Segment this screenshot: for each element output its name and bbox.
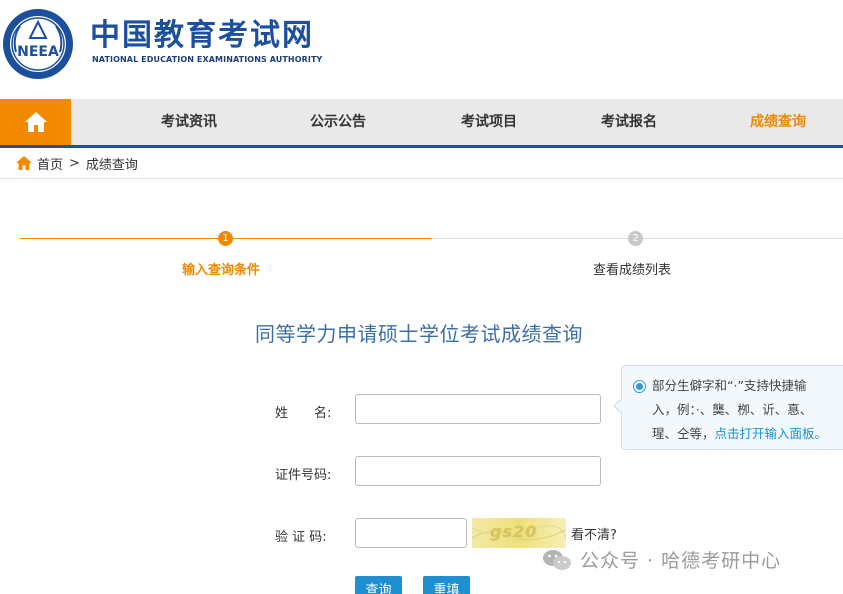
wechat-icon — [543, 549, 571, 570]
neea-logo[interactable]: NEEA — [2, 8, 74, 80]
nav-home-button[interactable] — [0, 99, 71, 145]
nav-item-score-query[interactable]: 成绩查询 — [750, 99, 806, 145]
hint-radio-icon — [633, 380, 646, 393]
tooltip-arrow-fill — [615, 399, 623, 413]
home-icon — [16, 156, 32, 170]
open-input-panel-link[interactable]: 点击打开输入面板。 — [715, 426, 828, 441]
step-1-indicator: 1 — [218, 231, 233, 246]
hint-line-1: 部分生僻字和“·”支持快捷输 — [652, 378, 807, 393]
home-icon — [24, 112, 47, 132]
step-2-label: 查看成绩列表 — [593, 263, 672, 278]
breadcrumb-home-link[interactable]: 首页 — [37, 154, 63, 173]
nav-item-exam-registration[interactable]: 考试报名 — [601, 99, 657, 145]
step-2-indicator: 2 — [628, 231, 643, 246]
site-title: 中国教育考试网 — [90, 18, 314, 53]
watermark: 公众号 · 哈德考研中心 — [542, 546, 781, 573]
hint-line-2: 入，例：·、龑、栁、䜣、惪、 — [652, 402, 813, 417]
captcha-text: gs20 — [490, 522, 538, 541]
site-header: NEEA 中国教育考试网 NATIONAL EDUCATION EXAMINAT… — [0, 0, 843, 98]
breadcrumb-divider — [0, 178, 843, 179]
id-number-input[interactable] — [355, 456, 601, 486]
nav-divider — [0, 145, 843, 148]
nav-item-exam-news[interactable]: 考试资讯 — [161, 99, 217, 145]
captcha-label: 验 证 码: — [275, 530, 327, 545]
step-1-label: 输入查询条件 — [182, 263, 261, 278]
captcha-image[interactable]: gs20 — [472, 518, 566, 548]
submit-button[interactable]: 查询 — [355, 576, 402, 594]
captcha-refresh-link[interactable]: 看不清? — [571, 524, 617, 543]
reset-button[interactable]: 重填 — [423, 576, 470, 594]
breadcrumb-separator: > — [69, 155, 80, 171]
main-nav: 考试资讯 公示公告 考试项目 考试报名 成绩查询 — [0, 99, 843, 145]
svg-text:NEEA: NEEA — [17, 44, 59, 60]
page-title: 同等学力申请硕士学位考试成绩查询 — [255, 322, 583, 346]
hint-line-3: 瑆、仝等，点击打开输入面板。 — [652, 425, 827, 443]
breadcrumb-current: 成绩查询 — [85, 157, 138, 173]
site-subtitle: NATIONAL EDUCATION EXAMINATIONS AUTHORIT… — [92, 55, 323, 64]
watermark-text: 公众号 · 哈德考研中心 — [580, 550, 782, 572]
nav-item-exam-projects[interactable]: 考试项目 — [461, 99, 517, 145]
id-number-label: 证件号码: — [275, 468, 332, 483]
breadcrumb: 首页 > 成绩查询 — [16, 154, 138, 173]
name-input[interactable] — [355, 394, 601, 424]
captcha-input[interactable] — [355, 518, 467, 548]
hint-line-3-text: 瑆、仝等， — [652, 426, 715, 441]
nav-item-announcements[interactable]: 公示公告 — [310, 99, 366, 145]
name-label: 姓 名: — [275, 406, 332, 421]
